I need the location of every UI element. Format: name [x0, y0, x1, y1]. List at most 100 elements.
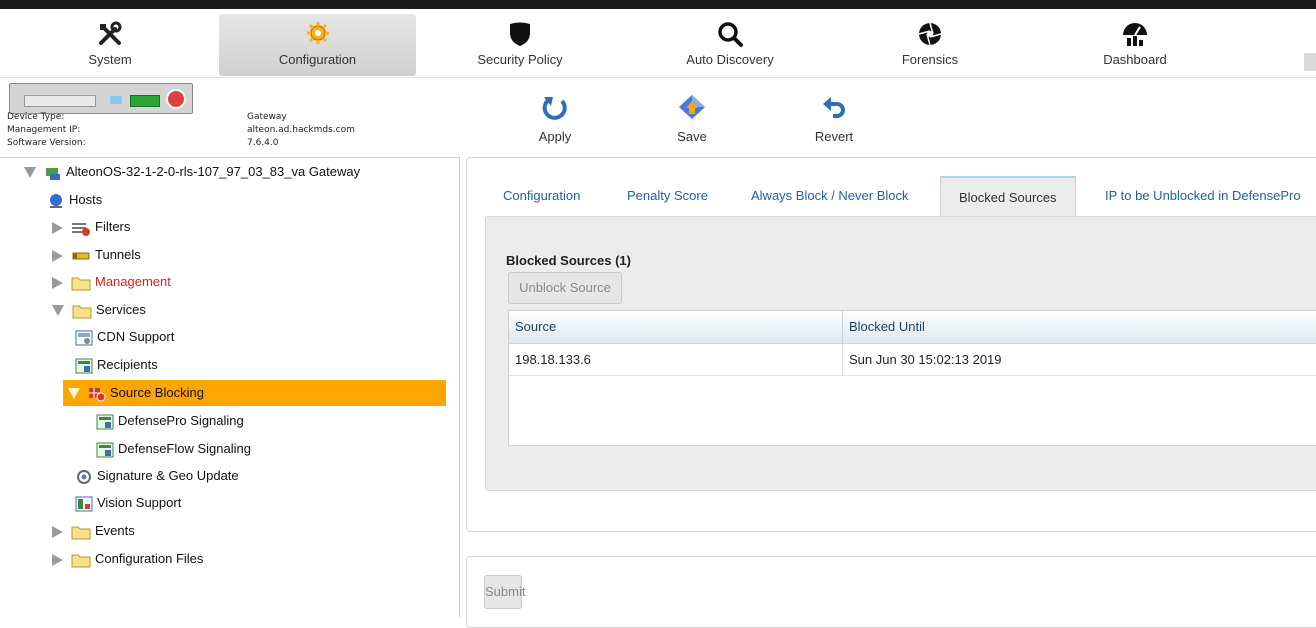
recipients-icon	[96, 442, 114, 458]
blocking-icon	[89, 387, 106, 402]
device-type-value: Gateway	[247, 112, 287, 122]
top-strip	[0, 0, 1316, 9]
nav-configuration[interactable]: Configuration	[219, 14, 416, 76]
collapse-arrow-icon[interactable]	[24, 167, 36, 179]
nav-configuration-label: Configuration	[278, 52, 357, 67]
gateway-icon	[46, 167, 60, 180]
tree-item-configuration-files[interactable]: Configuration Files	[52, 547, 203, 571]
expand-arrow-icon[interactable]	[52, 553, 63, 566]
aperture-icon	[918, 22, 942, 46]
tab-penalty-score[interactable]: Penalty Score	[627, 176, 708, 216]
expand-arrow-icon[interactable]	[52, 221, 63, 234]
nav-forensics-label: Forensics	[901, 52, 959, 67]
submit-button[interactable]: Submit	[484, 575, 525, 609]
tree-item-tunnels[interactable]: Tunnels	[52, 243, 141, 267]
tree-item-source-blocking[interactable]: Source Blocking	[68, 381, 204, 405]
update-icon	[77, 469, 91, 484]
nav-dashboard[interactable]: Dashboard	[1025, 14, 1245, 76]
cell-source: 198.18.133.6	[515, 352, 591, 367]
column-blocked-until[interactable]: Blocked Until	[849, 311, 925, 343]
tree-item-source-blocking-label: Source Blocking	[110, 385, 204, 400]
recipients-icon	[96, 414, 114, 430]
save-button[interactable]: Save	[657, 93, 727, 144]
tree-item-vision-support[interactable]: Vision Support	[75, 491, 181, 515]
device-image	[9, 83, 193, 114]
save-label: Save	[677, 129, 707, 144]
management-ip-value: alteon.ad.hackmds.com	[247, 125, 355, 135]
tree-item-recipients[interactable]: Recipients	[75, 353, 158, 377]
nav-system[interactable]: System	[20, 14, 200, 76]
tree-root[interactable]: AlteonOS-32-1-2-0-rls-107_97_03_83_va Ga…	[24, 160, 360, 184]
nav-auto-discovery-label: Auto Discovery	[686, 52, 774, 67]
filter-icon	[72, 222, 90, 236]
vision-icon	[75, 496, 93, 512]
tree-item-defensepro-signaling[interactable]: DefensePro Signaling	[96, 409, 244, 433]
scrollbar-stub[interactable]	[1304, 53, 1316, 71]
tree-item-filters[interactable]: Filters	[52, 215, 130, 239]
tree-item-hosts-label: Hosts	[69, 192, 103, 207]
blocked-sources-table: Source Blocked Until 198.18.133.6 Sun Ju…	[508, 310, 1316, 446]
tree-item-services-label: Services	[96, 302, 146, 317]
tree-item-events-label: Events	[95, 523, 135, 538]
cell-blocked-until: Sun Jun 30 15:02:13 2019	[849, 352, 1002, 367]
folder-icon	[71, 554, 91, 568]
nav-auto-discovery[interactable]: Auto Discovery	[620, 14, 840, 76]
apply-icon	[542, 97, 567, 120]
collapse-arrow-icon[interactable]	[52, 305, 64, 317]
gauge-icon	[1123, 23, 1147, 46]
tree-item-events[interactable]: Events	[52, 519, 135, 543]
main-panel: Configuration Penalty Score Always Block…	[466, 157, 1316, 532]
shield-icon	[510, 22, 530, 46]
tree-item-hosts[interactable]: Hosts	[47, 188, 102, 212]
tree-item-cdn-support-label: CDN Support	[97, 329, 175, 344]
apply-label: Apply	[538, 129, 572, 144]
apply-button[interactable]: Apply	[520, 93, 590, 144]
tree-item-signature-geo-update[interactable]: Signature & Geo Update	[75, 464, 239, 488]
nav-system-label: System	[88, 52, 132, 67]
collapse-arrow-icon[interactable]	[68, 388, 80, 400]
software-version-label: Software Version:	[7, 138, 86, 148]
tab-always-never-block[interactable]: Always Block / Never Block	[751, 176, 909, 216]
tab-configuration[interactable]: Configuration	[503, 176, 580, 216]
tree-item-signature-label: Signature & Geo Update	[97, 468, 239, 483]
tree-item-config-files-label: Configuration Files	[95, 551, 204, 566]
tree-item-services[interactable]: Services	[52, 298, 146, 322]
column-source[interactable]: Source	[515, 311, 556, 343]
tree-item-defenseflow-label: DefenseFlow Signaling	[118, 441, 251, 456]
table-header: Source Blocked Until	[509, 311, 1316, 344]
tab-ip-unblocked-defensepro[interactable]: IP to be Unblocked in DefensePro	[1105, 176, 1301, 216]
management-ip-label: Management IP:	[7, 125, 81, 135]
expand-arrow-icon[interactable]	[52, 525, 63, 538]
tree-item-defenseflow-signaling[interactable]: DefenseFlow Signaling	[96, 437, 251, 461]
tree-root-label: AlteonOS-32-1-2-0-rls-107_97_03_83_va Ga…	[66, 164, 361, 179]
nav-dashboard-label: Dashboard	[1103, 52, 1167, 67]
tree-item-cdn-support[interactable]: CDN Support	[75, 325, 174, 349]
table-row[interactable]: 198.18.133.6 Sun Jun 30 15:02:13 2019	[509, 344, 1316, 376]
unblock-source-button[interactable]: Unblock Source	[508, 272, 622, 304]
revert-button[interactable]: Revert	[799, 93, 869, 144]
nav-security-policy-label: Security Policy	[477, 52, 563, 67]
cdn-icon	[75, 330, 93, 346]
revert-label: Revert	[814, 129, 854, 144]
tree-item-filters-label: Filters	[95, 219, 131, 234]
recipients-icon	[75, 358, 93, 374]
blocked-sources-title: Blocked Sources (1)	[506, 253, 631, 268]
tools-icon	[99, 21, 122, 45]
tree-item-tunnels-label: Tunnels	[95, 247, 141, 262]
nav-forensics[interactable]: Forensics	[820, 14, 1040, 76]
nav-security-policy[interactable]: Security Policy	[420, 14, 620, 76]
submit-panel: Submit	[466, 556, 1316, 628]
globe-icon	[50, 193, 62, 208]
search-icon	[718, 22, 743, 47]
folder-icon	[71, 277, 91, 291]
expand-arrow-icon[interactable]	[52, 249, 63, 262]
software-version-value: 7.6.4.0	[247, 138, 279, 148]
revert-icon	[823, 97, 845, 118]
device-type-label: Device Type:	[7, 112, 65, 122]
tab-blocked-sources[interactable]: Blocked Sources	[940, 176, 1076, 218]
expand-arrow-icon[interactable]	[52, 276, 63, 289]
tree-item-vision-label: Vision Support	[97, 495, 182, 510]
tree-item-defensepro-label: DefensePro Signaling	[118, 413, 244, 428]
folder-icon	[72, 305, 92, 319]
tree-item-management[interactable]: Management	[52, 270, 171, 294]
